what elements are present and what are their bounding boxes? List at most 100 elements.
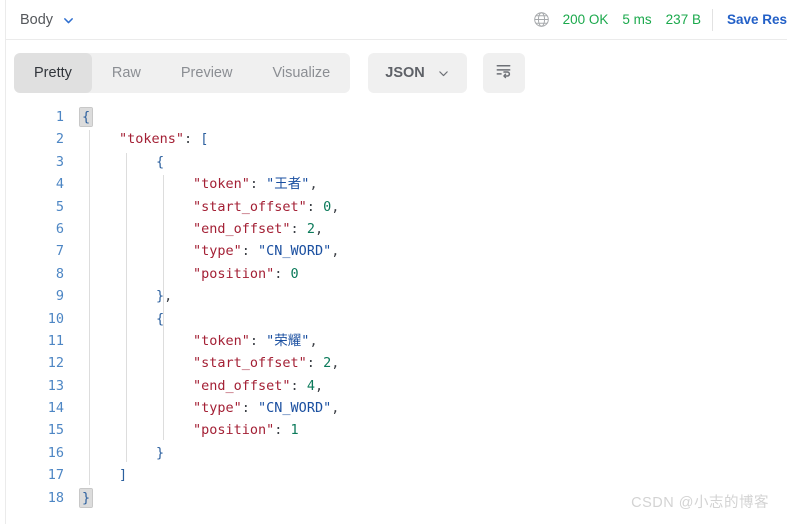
code-line: 8 "position": 0	[6, 263, 787, 285]
code-token: "end_offset"	[193, 220, 291, 237]
code-token: :	[249, 176, 267, 193]
code-token: 2	[323, 355, 332, 372]
code-token: [	[200, 131, 209, 148]
tab-visualize-label: Visualize	[272, 64, 331, 81]
code-token: :	[241, 400, 259, 417]
format-select-label: JSON	[385, 64, 425, 81]
line-number: 16	[47, 444, 64, 461]
code-token: ,	[309, 332, 318, 349]
code-line: 15 "position": 1	[6, 419, 787, 441]
code-token: "CN_WORD"	[258, 243, 332, 260]
code-line: 1{	[6, 106, 787, 128]
tab-pretty-label: Pretty	[34, 64, 72, 81]
chevron-down-icon	[62, 14, 75, 27]
code-token: :	[306, 198, 324, 215]
line-number: 14	[47, 400, 64, 417]
code-line: 4 "token": "王者",	[6, 173, 787, 195]
wrap-lines-icon	[494, 61, 513, 85]
code-line: 9},	[6, 285, 787, 307]
tab-visualize[interactable]: Visualize	[252, 53, 350, 93]
line-number: 5	[55, 198, 64, 215]
code-token: ,	[331, 243, 340, 260]
chevron-down-icon	[437, 67, 450, 80]
body-section-selector[interactable]: Body	[20, 12, 75, 28]
line-number: 2	[55, 131, 64, 148]
code-line: 11 "token": "荣耀",	[6, 330, 787, 352]
code-content: "type": "CN_WORD",	[193, 397, 339, 419]
code-token: 1	[290, 422, 299, 439]
tab-preview-label: Preview	[180, 64, 233, 81]
line-number: 9	[55, 288, 64, 305]
code-token: "王者"	[266, 176, 310, 193]
code-token: ,	[314, 220, 324, 237]
code-token: ,	[309, 176, 318, 193]
response-meta-group: 200 OK 5 ms 237 B Save Res	[533, 0, 787, 39]
line-number: 17	[47, 467, 64, 484]
code-token: "end_offset"	[193, 377, 291, 394]
globe-icon	[533, 11, 550, 28]
code-content: "start_offset": 2,	[193, 352, 339, 374]
code-token: "position"	[193, 422, 275, 439]
code-line: 3{	[6, 151, 787, 173]
code-line: 7 "type": "CN_WORD",	[6, 240, 787, 262]
code-line: 10 {	[6, 308, 787, 330]
code-token: "type"	[193, 243, 242, 260]
code-line: 14 "type": "CN_WORD",	[6, 397, 787, 419]
code-line: 16}	[6, 442, 787, 464]
code-token: :	[290, 377, 307, 394]
code-token: "CN_WORD"	[258, 400, 332, 417]
code-content: "token": "荣耀",	[193, 330, 318, 352]
response-size: 237 B	[665, 12, 701, 27]
code-token: ,	[331, 198, 340, 215]
line-number: 15	[47, 422, 64, 439]
format-select-button[interactable]: JSON	[368, 52, 467, 93]
code-token: ,	[314, 377, 324, 394]
code-token: :	[184, 131, 201, 148]
code-content: "end_offset": 2,	[193, 218, 323, 240]
save-response-button[interactable]: Save Res	[727, 12, 787, 27]
line-number: 12	[47, 355, 64, 372]
json-viewer[interactable]: 1{2 "tokens": [3{4 "token": "王者", 5 "start_o…	[6, 104, 787, 524]
bracket-match-highlight: {	[78, 107, 94, 127]
wrap-lines-button[interactable]	[482, 52, 525, 93]
code-token: ,	[331, 355, 340, 372]
view-mode-toolbar: Pretty Raw Preview Visualize JSON	[6, 41, 787, 104]
code-line: 2 "tokens": [	[6, 128, 787, 150]
code-token: ,	[164, 288, 173, 305]
code-content: "start_offset": 0,	[193, 196, 339, 218]
code-token: {	[156, 153, 165, 170]
tab-pretty[interactable]: Pretty	[14, 52, 92, 93]
code-token: 0	[323, 198, 332, 215]
code-content: ]	[119, 464, 127, 486]
code-line: 18}	[6, 487, 787, 509]
code-token: "start_offset"	[193, 355, 307, 372]
tab-raw[interactable]: Raw	[92, 53, 161, 93]
bracket-match-highlight: }	[78, 487, 94, 508]
line-number: 1	[55, 109, 64, 125]
line-number: 4	[55, 176, 64, 193]
line-number: 8	[55, 265, 64, 282]
response-time: 5 ms	[622, 12, 652, 27]
code-token: "tokens"	[119, 131, 185, 148]
code-line: 12 "start_offset": 2,	[6, 352, 787, 374]
line-number: 10	[47, 310, 64, 327]
code-token: "start_offset"	[193, 198, 307, 215]
code-token: :	[306, 355, 324, 372]
tab-preview[interactable]: Preview	[161, 53, 253, 93]
code-content: },	[156, 285, 172, 307]
line-number: 11	[47, 332, 64, 349]
code-token: "token"	[193, 176, 250, 193]
line-number: 7	[55, 243, 64, 260]
code-line: 13 "end_offset": 4,	[6, 375, 787, 397]
code-content: {	[156, 151, 164, 173]
code-line: 5 "start_offset": 0,	[6, 196, 787, 218]
line-number: 18	[47, 489, 64, 506]
code-line: 17]	[6, 464, 787, 486]
code-token: 0	[290, 265, 299, 282]
code-line: 6 "end_offset": 2,	[6, 218, 787, 240]
view-mode-tabs: Pretty Raw Preview Visualize	[14, 52, 351, 93]
code-token: 4	[306, 377, 315, 394]
code-content: "position": 1	[193, 419, 299, 441]
header-divider	[711, 8, 713, 31]
status-badge: 200 OK	[562, 12, 609, 27]
